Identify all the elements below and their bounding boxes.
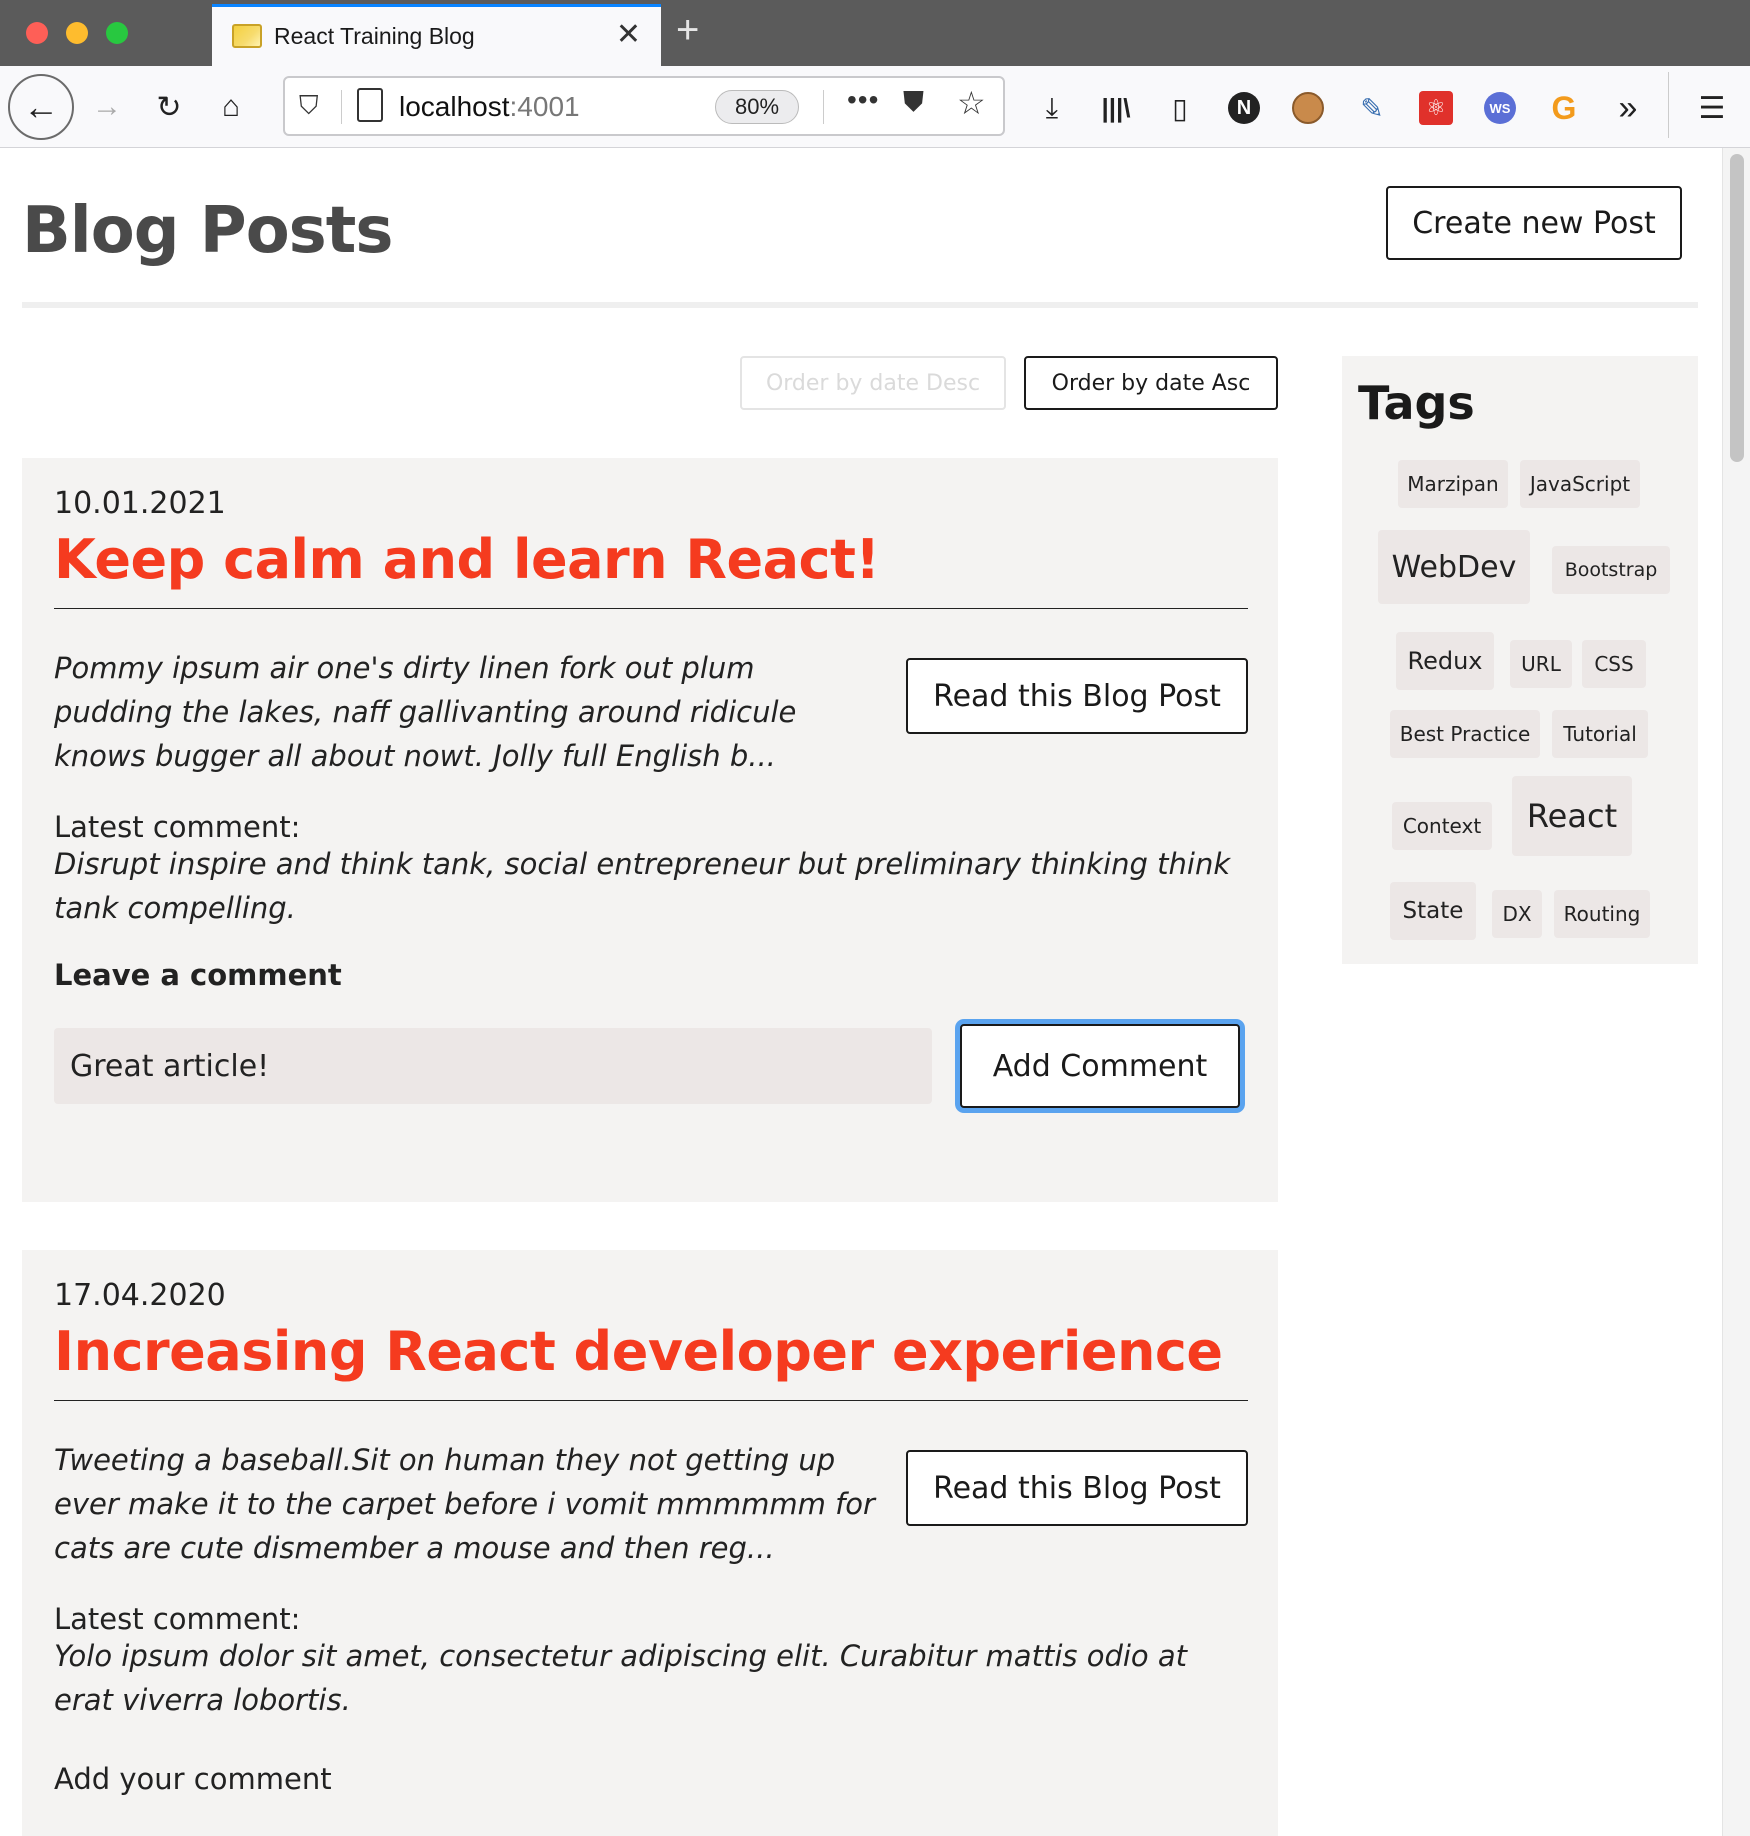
tag-redux[interactable]: Redux	[1396, 632, 1494, 690]
close-tab-icon[interactable]: ✕	[616, 17, 641, 52]
order-by-date-asc-button[interactable]: Order by date Asc	[1024, 356, 1278, 410]
zoom-level-badge[interactable]: 80%	[715, 90, 799, 124]
maximize-window-button[interactable]	[106, 22, 128, 44]
tag-state[interactable]: State	[1390, 882, 1476, 940]
tag-dx[interactable]: DX	[1492, 890, 1542, 938]
grammarly-extension-icon[interactable]: G	[1542, 86, 1586, 130]
forward-button[interactable]: →	[84, 84, 130, 130]
url-text[interactable]: localhost:4001	[399, 91, 580, 123]
new-tab-button[interactable]: +	[676, 8, 699, 53]
tag-tutorial[interactable]: Tutorial	[1552, 710, 1648, 758]
blog-post-card: 17.04.2020 Increasing React developer ex…	[22, 1250, 1278, 1836]
tag-javascript[interactable]: JavaScript	[1520, 460, 1640, 508]
page-content: Blog Posts Create new Post Order by date…	[0, 148, 1722, 1836]
tab-title: React Training Blog	[274, 23, 475, 49]
url-divider	[341, 90, 342, 124]
title-divider	[54, 608, 1248, 609]
page-title: Blog Posts	[22, 194, 393, 268]
page-info-icon[interactable]	[357, 88, 383, 122]
page-actions-icon[interactable]: •••	[847, 84, 879, 116]
create-post-button[interactable]: Create new Post	[1386, 186, 1682, 260]
tag-bootstrap[interactable]: Bootstrap	[1552, 546, 1670, 594]
tag-react[interactable]: React	[1512, 776, 1632, 856]
pocket-icon[interactable]: ⛊	[903, 86, 924, 119]
leave-comment-label: Leave a comment	[54, 958, 342, 992]
tag-marzipan[interactable]: Marzipan	[1398, 460, 1508, 508]
post-excerpt: Tweeting a baseball.Sit on human they no…	[54, 1443, 875, 1565]
header-divider	[22, 302, 1698, 308]
read-blog-post-button[interactable]: Read this Blog Post	[906, 658, 1248, 734]
url-divider	[823, 90, 824, 124]
library-icon[interactable]: |||\	[1094, 86, 1138, 130]
react-devtools-extension-icon[interactable]: ⚛	[1414, 86, 1458, 130]
address-bar[interactable]: ⛉ localhost:4001 80% ••• ⛊ ☆	[283, 76, 1005, 136]
add-comment-button[interactable]: Add Comment	[960, 1024, 1240, 1108]
minimize-window-button[interactable]	[66, 22, 88, 44]
post-title[interactable]: Keep calm and learn React!	[54, 528, 880, 591]
favicon-icon	[232, 24, 262, 48]
latest-comment-text: Yolo ipsum dolor sit amet, consectetur a…	[54, 1639, 1188, 1717]
bookmark-star-icon[interactable]: ☆	[957, 84, 986, 122]
browser-toolbar: ← → ↻ ⌂ ⛉ localhost:4001 80% ••• ⛊ ☆ ⤓ |…	[0, 66, 1750, 148]
extension-n-icon[interactable]: N	[1222, 86, 1266, 130]
latest-comment-label: Latest comment:	[54, 1602, 301, 1636]
blog-post-card: 10.01.2021 Keep calm and learn React! Po…	[22, 458, 1278, 1202]
comment-input[interactable]	[54, 1028, 932, 1104]
tag-webdev[interactable]: WebDev	[1378, 530, 1530, 604]
post-excerpt: Pommy ipsum air one's dirty linen fork o…	[54, 651, 797, 773]
post-date: 10.01.2021	[54, 486, 226, 521]
toolbar-divider	[1668, 72, 1669, 138]
tags-sidebar: Tags Marzipan JavaScript WebDev Bootstra…	[1342, 356, 1698, 964]
sidebar-icon[interactable]: ▯	[1158, 86, 1202, 130]
add-comment-label: Add your comment	[54, 1762, 332, 1796]
post-title[interactable]: Increasing React developer experience	[54, 1320, 1223, 1383]
scrollbar-thumb[interactable]	[1730, 154, 1744, 462]
page-scrollbar[interactable]	[1722, 148, 1750, 1836]
tag-css[interactable]: CSS	[1582, 640, 1646, 688]
hamburger-menu-icon[interactable]: ☰	[1690, 86, 1734, 130]
post-date: 17.04.2020	[54, 1278, 226, 1313]
tracking-shield-icon[interactable]: ⛉	[299, 90, 319, 122]
close-window-button[interactable]	[26, 22, 48, 44]
tags-title: Tags	[1358, 376, 1475, 430]
reload-button[interactable]: ↻	[146, 84, 192, 130]
tag-context[interactable]: Context	[1392, 802, 1492, 850]
tag-routing[interactable]: Routing	[1554, 890, 1650, 938]
latest-comment-text: Disrupt inspire and think tank, social e…	[54, 847, 1231, 925]
home-button[interactable]: ⌂	[208, 84, 254, 130]
tag-best-practice[interactable]: Best Practice	[1390, 710, 1540, 758]
browser-tab-active[interactable]: React Training Blog ✕	[212, 4, 661, 66]
read-blog-post-button[interactable]: Read this Blog Post	[906, 1450, 1248, 1526]
downloads-icon[interactable]: ⤓	[1030, 86, 1074, 130]
title-divider	[54, 1400, 1248, 1401]
order-by-date-desc-button[interactable]: Order by date Desc	[740, 356, 1006, 410]
tag-url[interactable]: URL	[1510, 640, 1572, 688]
latest-comment-label: Latest comment:	[54, 810, 301, 844]
ws-extension-icon[interactable]: WS	[1478, 86, 1522, 130]
browser-tab-bar: React Training Blog ✕ +	[0, 0, 1750, 66]
more-extensions-icon[interactable]: »	[1606, 86, 1650, 130]
back-button[interactable]: ←	[8, 74, 74, 140]
eyedropper-extension-icon[interactable]: ✎	[1350, 86, 1394, 130]
cookie-extension-icon[interactable]	[1286, 86, 1330, 130]
